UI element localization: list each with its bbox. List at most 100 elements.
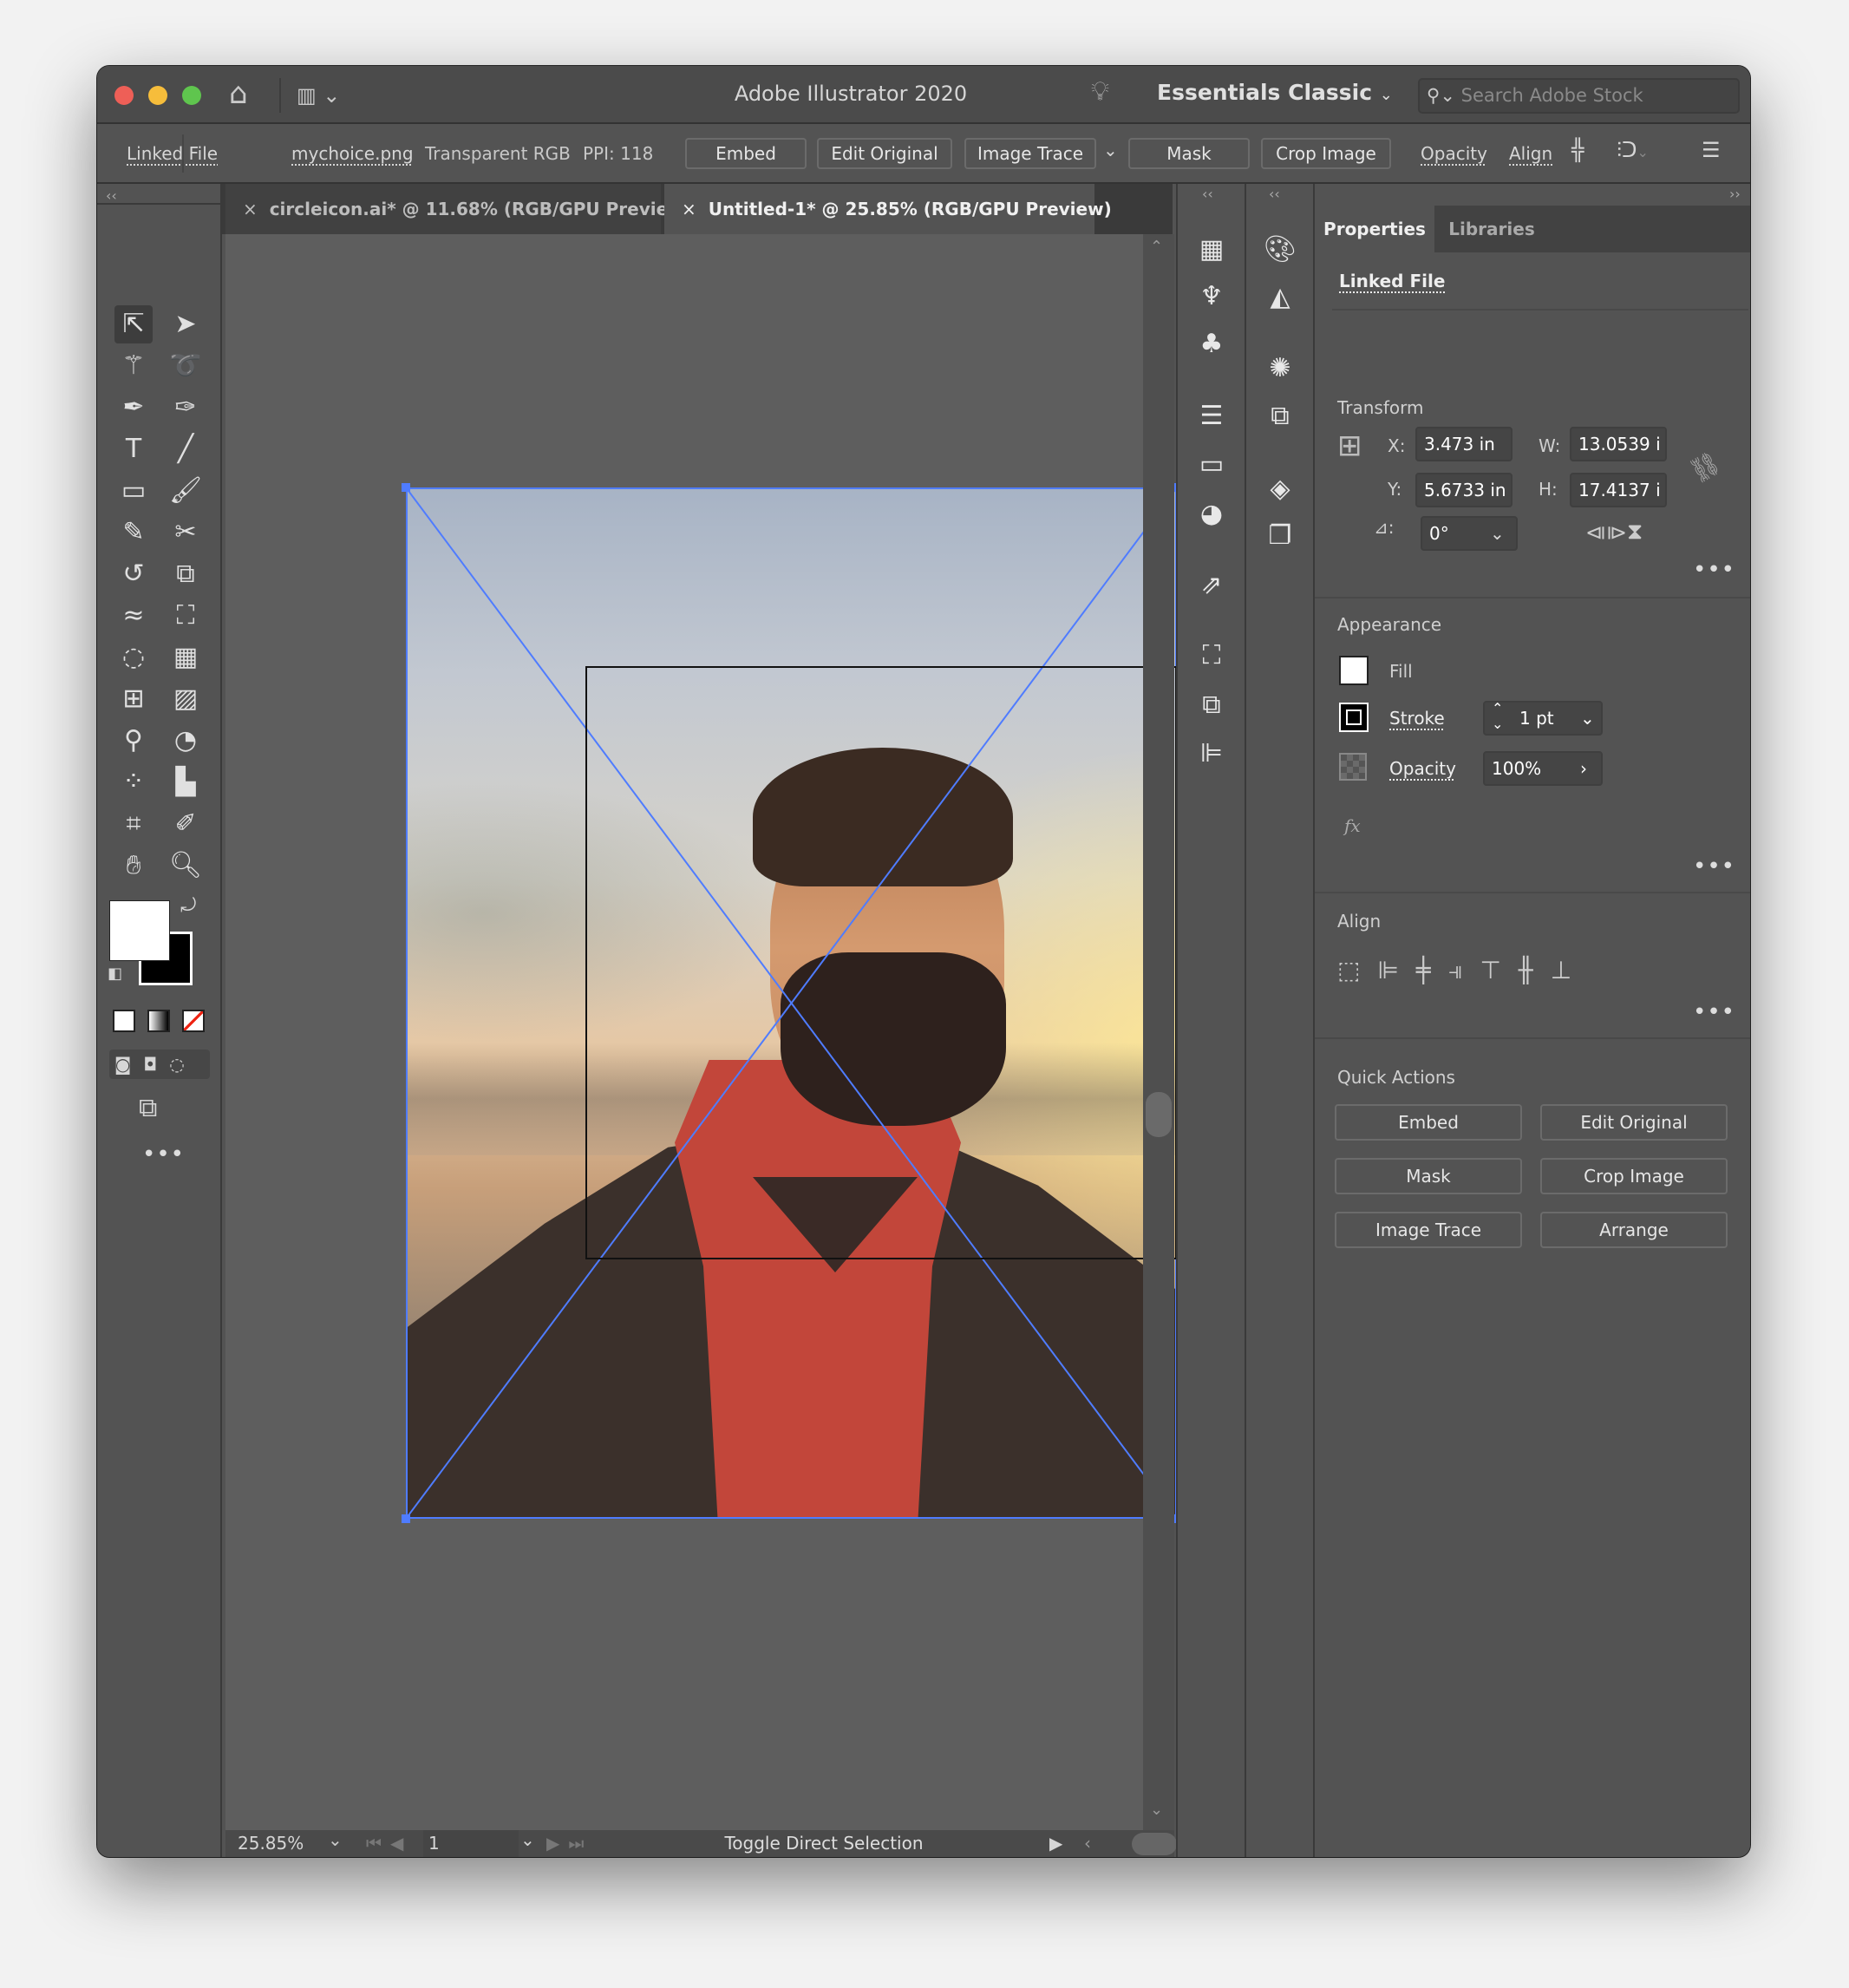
y-field[interactable]: 5.6733 in	[1415, 473, 1513, 507]
tab-untitled[interactable]: × Untitled-1* @ 25.85% (RGB/GPU Preview)	[664, 184, 1112, 234]
expand-icon[interactable]: ››	[1729, 186, 1741, 202]
transform-panel-icon[interactable]: ⛶	[1192, 637, 1231, 675]
qa-edit-original-button[interactable]: Edit Original	[1540, 1104, 1728, 1141]
align-to-icon[interactable]: ⬚	[1337, 956, 1377, 984]
artboard-number[interactable]: 1	[423, 1830, 519, 1857]
distribute-icon[interactable]: ⫶ᑐ⌄	[1617, 138, 1649, 162]
collapse-icon[interactable]: ‹‹	[1269, 186, 1280, 202]
eyedropper-tool-icon[interactable]: ⚲	[114, 722, 153, 760]
status-menu-icon[interactable]: ▶	[1049, 1830, 1062, 1857]
slice-tool-icon[interactable]: ✐	[167, 805, 205, 843]
scroll-up-icon[interactable]: ⌃	[1150, 238, 1163, 256]
free-transform-tool-icon[interactable]: ⛶	[167, 597, 205, 635]
scroll-down-icon[interactable]: ⌄	[1150, 1801, 1163, 1819]
column-graph-tool-icon[interactable]: ▙	[167, 763, 205, 801]
qa-arrange-button[interactable]: Arrange	[1540, 1212, 1728, 1248]
fill-swatch[interactable]	[1339, 656, 1369, 685]
edit-toolbar-icon[interactable]: •••	[142, 1141, 185, 1167]
h-scroll-thumb[interactable]	[1132, 1833, 1177, 1855]
transform-more-icon[interactable]: •••	[1693, 557, 1735, 583]
reference-point-icon[interactable]: ⊞	[1337, 428, 1362, 463]
align-more-icon[interactable]: •••	[1693, 999, 1735, 1025]
width-tool-icon[interactable]: ≈	[114, 597, 153, 635]
collapse-icon[interactable]: ‹‹	[106, 187, 117, 204]
pen-tool-icon[interactable]: ✒	[114, 389, 153, 427]
workspace-switcher[interactable]: Essentials Classic ⌄	[1157, 80, 1393, 105]
crop-image-button[interactable]: Crop Image	[1261, 138, 1391, 169]
draw-mode-icons[interactable]: ◙◘◌	[109, 1050, 210, 1079]
align-left-icon[interactable]: ⊫	[1377, 956, 1415, 984]
mesh-tool-icon[interactable]: ⊞	[114, 680, 153, 718]
fill-swatch-front[interactable]	[109, 900, 170, 961]
selection-tool-icon[interactable]: ⇱	[114, 305, 153, 343]
next-last-artboard-icons[interactable]: ▶⏭	[546, 1830, 592, 1857]
opacity-link[interactable]: Opacity	[1421, 143, 1487, 164]
tab-circleicon[interactable]: × circleicon.ai* @ 11.68% (RGB/GPU Previ…	[225, 184, 692, 234]
scale-tool-icon[interactable]: ⧉	[167, 555, 205, 593]
default-fill-stroke-icon[interactable]: ◧	[108, 965, 122, 983]
x-field[interactable]: 3.473 in	[1415, 427, 1513, 461]
color-mode-icon[interactable]	[113, 1010, 135, 1032]
flip-horizontal-icon[interactable]: ⧏⧐	[1585, 520, 1627, 545]
scroll-left-icon[interactable]: ‹	[1084, 1830, 1091, 1857]
artboards-panel-icon[interactable]: ❐	[1261, 517, 1299, 555]
resize-handle[interactable]	[402, 1514, 410, 1523]
tool-hint[interactable]: Toggle Direct Selection	[598, 1830, 1049, 1857]
embed-button[interactable]: Embed	[685, 138, 807, 169]
curvature-tool-icon[interactable]: ✑	[167, 389, 205, 427]
tab-libraries[interactable]: Libraries	[1434, 206, 1549, 252]
line-tool-icon[interactable]: ╱	[167, 430, 205, 468]
color-guide-panel-icon[interactable]: ◭	[1261, 278, 1299, 317]
direct-selection-tool-icon[interactable]: ➤	[167, 305, 205, 343]
linked-file-link[interactable]: Linked File	[1339, 271, 1445, 291]
swatches-panel-icon[interactable]: ▦	[1192, 231, 1231, 269]
zoom-tool-icon[interactable]: 🔍︎	[167, 847, 205, 885]
layers-panel-icon[interactable]: ◈	[1261, 470, 1299, 508]
perspective-grid-tool-icon[interactable]: ▦	[167, 638, 205, 677]
lightbulb-icon[interactable]: 💡︎	[1091, 76, 1109, 107]
align-vcenter-icon[interactable]: ╫	[1519, 956, 1551, 984]
qa-embed-button[interactable]: Embed	[1335, 1104, 1522, 1141]
screen-mode-icon[interactable]: ⧉	[139, 1093, 157, 1123]
close-tab-icon[interactable]: ×	[243, 199, 258, 219]
qa-crop-image-button[interactable]: Crop Image	[1540, 1158, 1728, 1194]
zoom-chevron-icon[interactable]: ⌄	[328, 1827, 343, 1854]
type-tool-icon[interactable]: T	[114, 430, 153, 468]
color-panel-icon[interactable]: 🎨︎	[1261, 231, 1299, 269]
align-bottom-icon[interactable]: ⊥	[1551, 956, 1589, 984]
artboard-tool-icon[interactable]: ⌗	[114, 805, 153, 843]
gradient-panel-icon[interactable]: ▭	[1192, 446, 1231, 484]
canvas[interactable]	[225, 234, 1181, 1830]
rotate-tool-icon[interactable]: ↺	[114, 555, 153, 593]
flip-vertical-icon[interactable]: ⧗	[1627, 519, 1643, 546]
first-prev-artboard-icons[interactable]: ⏮◀	[366, 1830, 412, 1857]
rectangle-tool-icon[interactable]: ▭	[114, 472, 153, 510]
chevron-down-icon[interactable]: ⌄	[1580, 703, 1595, 734]
none-mode-icon[interactable]	[182, 1010, 205, 1032]
collapse-icon[interactable]: ‹‹	[1202, 186, 1213, 202]
mask-button[interactable]: Mask	[1128, 138, 1250, 169]
appearance-more-icon[interactable]: •••	[1693, 853, 1735, 880]
paintbrush-tool-icon[interactable]: 🖌︎	[167, 472, 205, 510]
filename-link[interactable]: mychoice.png	[291, 143, 414, 164]
artboard-chevron-icon[interactable]: ⌄	[520, 1827, 535, 1854]
edit-original-button[interactable]: Edit Original	[817, 138, 952, 169]
gradient-mode-icon[interactable]	[147, 1010, 170, 1032]
transparency-panel-icon[interactable]: ◕	[1192, 495, 1231, 533]
fx-button[interactable]: fx	[1344, 815, 1361, 836]
stroke-swatch[interactable]	[1339, 703, 1369, 732]
align-hcenter-icon[interactable]: ╪	[1416, 956, 1448, 984]
qa-image-trace-button[interactable]: Image Trace	[1335, 1212, 1522, 1248]
export-panel-icon[interactable]: ⇗	[1192, 566, 1231, 605]
align-right-icon[interactable]: ⫣	[1448, 956, 1480, 984]
pathfinder-panel-icon[interactable]: ⧉	[1192, 686, 1231, 724]
align-center-icon[interactable]: ╬	[1571, 138, 1584, 162]
align-top-icon[interactable]: ⊤	[1480, 956, 1519, 984]
hand-tool-icon[interactable]: ✋︎	[114, 847, 153, 885]
shape-builder-tool-icon[interactable]: ◌	[114, 638, 153, 677]
chevron-right-icon[interactable]: ›	[1580, 753, 1587, 784]
linked-file-link[interactable]: Linked File	[127, 143, 218, 164]
w-field[interactable]: 13.0539 i	[1570, 427, 1667, 461]
tab-properties[interactable]: Properties	[1315, 206, 1434, 252]
angle-field[interactable]: 0° ⌄	[1421, 516, 1518, 551]
